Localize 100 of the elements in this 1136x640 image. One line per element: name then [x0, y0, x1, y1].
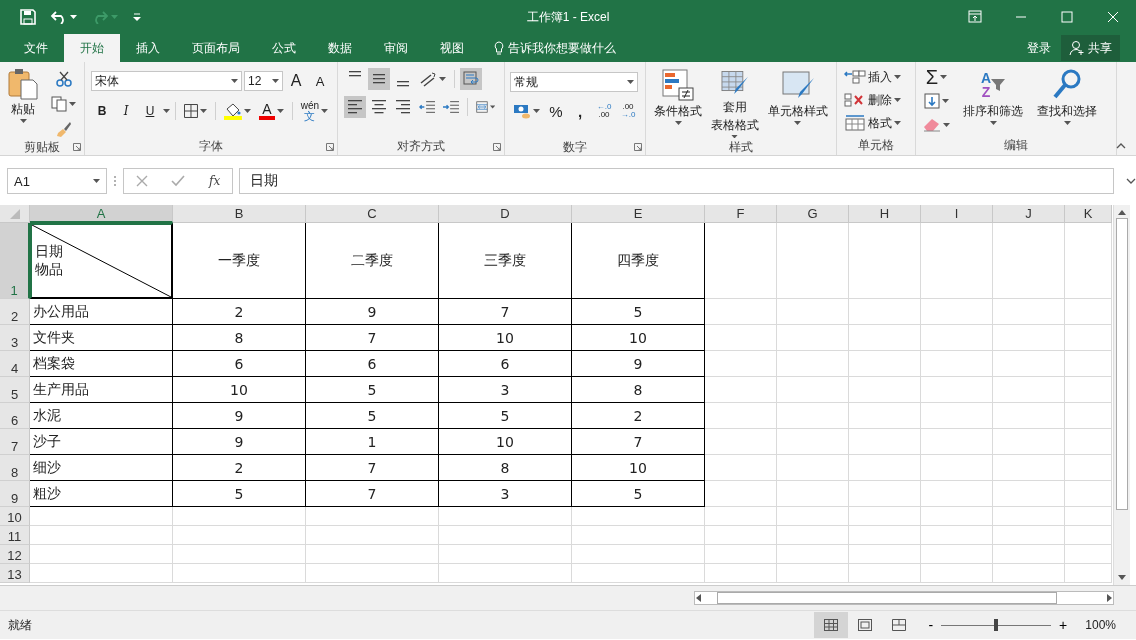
- empty-cell[interactable]: [705, 455, 777, 481]
- shrink-font-button[interactable]: A: [309, 70, 331, 92]
- empty-cell[interactable]: [439, 526, 572, 545]
- row-header[interactable]: 7: [0, 429, 30, 455]
- column-header[interactable]: F: [705, 205, 777, 223]
- row-header[interactable]: 10: [0, 507, 30, 526]
- empty-cell[interactable]: [993, 351, 1065, 377]
- empty-cell[interactable]: [849, 377, 921, 403]
- horizontal-scrollbar[interactable]: [694, 591, 1114, 605]
- decrease-decimal-button[interactable]: .00 →.0: [617, 100, 639, 122]
- styles-button[interactable]: 单元格样式: [763, 66, 832, 140]
- column-header[interactable]: C: [306, 205, 439, 223]
- increase-decimal-button[interactable]: ←.0 .00: [593, 100, 615, 122]
- customize-menu-icon[interactable]: [132, 12, 142, 22]
- empty-cell[interactable]: [173, 526, 306, 545]
- empty-cell[interactable]: [849, 507, 921, 526]
- empty-cell[interactable]: [572, 545, 705, 564]
- empty-cell[interactable]: [921, 526, 993, 545]
- empty-cell[interactable]: [921, 429, 993, 455]
- empty-cell[interactable]: [1065, 507, 1112, 526]
- ribbon-tab[interactable]: 视图: [424, 34, 480, 62]
- select-all-corner[interactable]: [0, 205, 30, 223]
- ribbon-tab[interactable]: 审阅: [368, 34, 424, 62]
- empty-cell[interactable]: [1065, 545, 1112, 564]
- empty-cell[interactable]: [993, 507, 1065, 526]
- empty-cell[interactable]: [777, 429, 849, 455]
- empty-cell[interactable]: [849, 325, 921, 351]
- empty-cell[interactable]: [1065, 299, 1112, 325]
- row-header[interactable]: 12: [0, 545, 30, 564]
- empty-cell[interactable]: [993, 403, 1065, 429]
- empty-cell[interactable]: [849, 564, 921, 583]
- row-header[interactable]: 1: [0, 223, 30, 299]
- ribbon-tab[interactable]: 插入: [120, 34, 176, 62]
- copy-button[interactable]: [48, 93, 79, 115]
- percent-button[interactable]: %: [545, 100, 567, 122]
- empty-cell[interactable]: [1065, 351, 1112, 377]
- empty-cell[interactable]: [1065, 377, 1112, 403]
- column-header[interactable]: J: [993, 205, 1065, 223]
- view-button[interactable]: [814, 612, 849, 638]
- row-header[interactable]: 8: [0, 455, 30, 481]
- autosum-button[interactable]: Σ: [920, 66, 953, 88]
- empty-cell[interactable]: [705, 325, 777, 351]
- empty-cell[interactable]: [173, 545, 306, 564]
- empty-cell[interactable]: [921, 351, 993, 377]
- save-icon[interactable]: [20, 9, 36, 25]
- ribbon-tab[interactable]: 页面布局: [176, 34, 256, 62]
- empty-cell[interactable]: [849, 481, 921, 507]
- zoom-out-button[interactable]: -: [926, 617, 936, 633]
- empty-cell[interactable]: [439, 545, 572, 564]
- empty-cell[interactable]: [1065, 526, 1112, 545]
- row-header[interactable]: 2: [0, 299, 30, 325]
- empty-cell[interactable]: [849, 455, 921, 481]
- ribbon-tab[interactable]: 数据: [312, 34, 368, 62]
- scroll-left-icon[interactable]: [695, 594, 703, 602]
- empty-cell[interactable]: [921, 564, 993, 583]
- sign-in-link[interactable]: 登录: [1027, 39, 1051, 57]
- empty-cell[interactable]: [993, 526, 1065, 545]
- formula-field[interactable]: 日期: [239, 168, 1114, 194]
- empty-cell[interactable]: [705, 481, 777, 507]
- empty-cell[interactable]: [1065, 403, 1112, 429]
- share-button[interactable]: 共享: [1061, 35, 1120, 61]
- empty-cell[interactable]: [849, 526, 921, 545]
- cells-button[interactable]: 删除: [841, 89, 911, 111]
- empty-cell[interactable]: [173, 507, 306, 526]
- empty-cell[interactable]: [849, 429, 921, 455]
- bold-button[interactable]: B: [91, 100, 113, 122]
- drag-handle-icon[interactable]: [113, 175, 117, 187]
- column-header[interactable]: I: [921, 205, 993, 223]
- empty-cell[interactable]: [306, 545, 439, 564]
- empty-cell[interactable]: [777, 377, 849, 403]
- empty-cell[interactable]: [921, 403, 993, 429]
- checkmark-icon[interactable]: [171, 175, 186, 187]
- cells-button[interactable]: 格式: [841, 112, 911, 134]
- empty-cell[interactable]: [849, 351, 921, 377]
- empty-cell[interactable]: [439, 507, 572, 526]
- insert-function-button[interactable]: fx: [209, 174, 221, 188]
- row-header[interactable]: 5: [0, 377, 30, 403]
- zoom-level[interactable]: 100%: [1085, 618, 1116, 632]
- tell-me-field[interactable]: 告诉我你想要做什么: [508, 39, 616, 57]
- grow-font-button[interactable]: A: [285, 70, 307, 92]
- dialog-launcher-icon[interactable]: [634, 143, 642, 151]
- expand-caret-icon[interactable]: [1126, 178, 1136, 184]
- empty-cell[interactable]: [849, 403, 921, 429]
- empty-cell[interactable]: [993, 429, 1065, 455]
- empty-cell[interactable]: [705, 507, 777, 526]
- row-header[interactable]: 3: [0, 325, 30, 351]
- collapse-ribbon-icon[interactable]: [1116, 143, 1126, 149]
- font-size-dropdown[interactable]: 12: [244, 71, 283, 91]
- empty-cell[interactable]: [993, 545, 1065, 564]
- underline-button[interactable]: U: [139, 100, 161, 122]
- empty-cell[interactable]: [993, 377, 1065, 403]
- italic-button[interactable]: I: [115, 100, 137, 122]
- comma-button[interactable]: ,: [569, 100, 591, 122]
- empty-cell[interactable]: [993, 325, 1065, 351]
- empty-cell[interactable]: [1065, 481, 1112, 507]
- row-header[interactable]: 9: [0, 481, 30, 507]
- empty-cell[interactable]: [705, 351, 777, 377]
- empty-cell[interactable]: [921, 299, 993, 325]
- empty-cell[interactable]: [921, 507, 993, 526]
- empty-cell[interactable]: [705, 299, 777, 325]
